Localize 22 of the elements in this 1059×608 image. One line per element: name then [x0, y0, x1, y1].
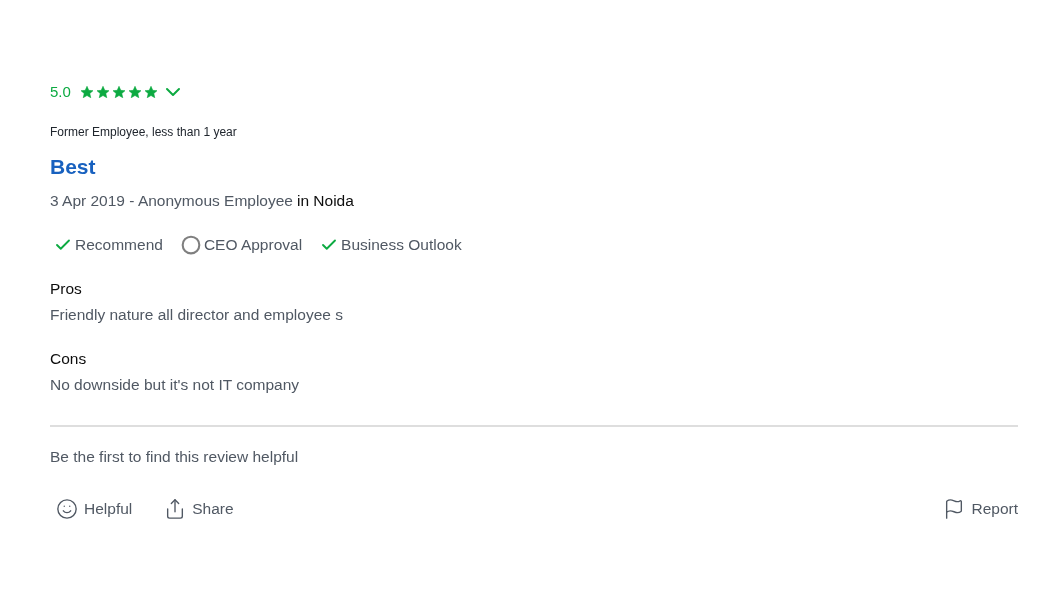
helpful-note: Be the first to find this review helpful [50, 447, 299, 467]
rating-value: 5.0 [50, 82, 71, 102]
review-title-link[interactable]: Best [50, 153, 96, 181]
review-location: in Noida [297, 191, 354, 211]
smiley-icon [56, 498, 78, 520]
star-icon [96, 86, 109, 98]
report-button[interactable]: Report [937, 493, 1024, 525]
section-text: Friendly nature all director and employee s [50, 305, 343, 325]
star-icon [80, 86, 93, 98]
indicator-label: Business Outlook [341, 235, 462, 255]
indicator-label: CEO Approval [203, 235, 303, 255]
helpful-button[interactable]: Helpful [50, 493, 139, 525]
section-text: No downside but it's not IT company [50, 375, 300, 395]
star-icon [144, 86, 157, 98]
star-icon [128, 86, 141, 98]
review-date-author: 3 Apr 2019 - Anonymous Employee [50, 191, 293, 211]
indicator-label: Recommend [75, 235, 163, 255]
star-icon [112, 86, 125, 98]
section-heading: Cons [50, 349, 87, 369]
employment-status: Former Employee, less than 1 year [50, 124, 237, 140]
share-button[interactable]: Share [158, 493, 240, 525]
section-heading: Pros [50, 279, 82, 299]
